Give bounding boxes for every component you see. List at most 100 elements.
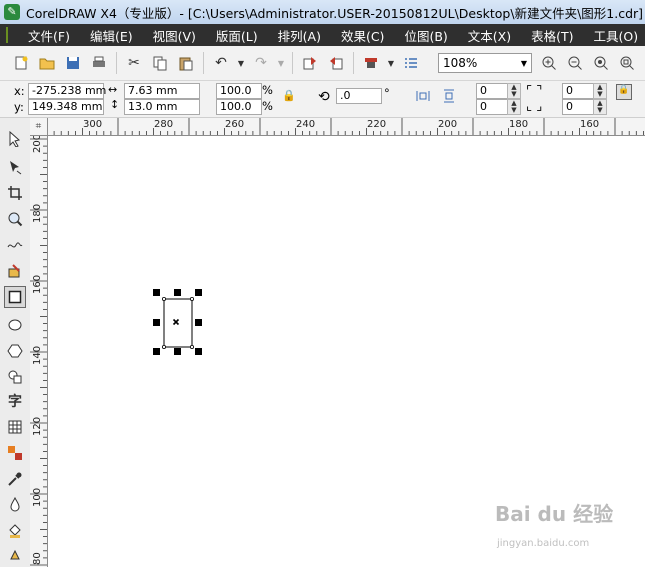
shape-tool-icon[interactable] [4,156,26,178]
copy-icon[interactable] [149,52,171,74]
ellipse-tool-icon[interactable] [4,314,26,336]
selected-rectangle[interactable] [153,289,202,355]
zoom-out-icon[interactable] [564,52,586,74]
open-icon[interactable] [36,52,58,74]
smart-fill-tool-icon[interactable] [4,260,26,282]
zoom-in-icon[interactable] [538,52,560,74]
selection-handle [174,289,181,296]
ruler-v-label: 200 [32,134,43,153]
corner-round-icon: ⌞ ⌟ [526,99,542,114]
zoom-page-icon[interactable] [590,52,612,74]
title-bar: ✎ CorelDRAW X4（专业版）- [C:\Users\Administr… [0,0,645,25]
document-icon[interactable] [6,27,8,43]
paste-icon[interactable] [175,52,197,74]
print-icon[interactable] [88,52,110,74]
undo-icon[interactable]: ↶ [210,52,232,74]
menu-edit[interactable]: 编辑(E) [80,26,143,45]
redo-dropdown-icon[interactable]: ▼ [276,52,286,74]
scale-width-field[interactable]: 100.0 [216,83,262,99]
fill-tool-icon[interactable] [4,520,26,542]
property-bar: x: -275.238 mm y: 149.348 mm ↔ 7.63 mm ↕… [0,81,645,118]
options-icon[interactable] [400,52,422,74]
crop-tool-icon[interactable] [4,182,26,204]
rectangle-tool-icon[interactable] [4,286,26,308]
table-tool-icon[interactable] [4,416,26,438]
toolbar-separator [203,52,204,74]
new-icon[interactable] [10,52,32,74]
zoom-level-select[interactable]: 108% ▼ [438,53,532,73]
ruler-h-label: 280 [154,119,173,130]
launcher-icon[interactable] [360,52,382,74]
mirror-vertical-icon[interactable] [440,87,458,108]
spin-up-icon[interactable]: ▲▼ [507,83,521,99]
eyedropper-tool-icon[interactable] [4,468,26,490]
ruler-h-label: 260 [225,119,244,130]
basic-shapes-tool-icon[interactable] [4,366,26,388]
scale-height-field[interactable]: 100.0 [216,99,262,115]
x-position-field[interactable]: -275.238 mm [28,83,104,99]
width-field[interactable]: 7.63 mm [124,83,200,99]
percent-label: % [262,99,273,113]
selection-handle [174,348,181,355]
selection-handle [195,319,202,326]
width-icon: ↔ [108,83,117,96]
launcher-dropdown-icon[interactable]: ▼ [386,52,396,74]
redo-icon[interactable]: ↷ [250,52,272,74]
toolbox: 字 [0,118,31,567]
interactive-blend-tool-icon[interactable] [4,442,26,464]
undo-dropdown-icon[interactable]: ▼ [236,52,246,74]
node-handle [190,297,193,300]
freehand-tool-icon[interactable] [4,234,26,256]
toolbar-separator [116,52,117,74]
vertical-ruler[interactable]: 200 180 160 140 120 100 80 [30,135,48,567]
cut-icon[interactable]: ✂ [123,52,145,74]
chevron-down-icon: ▼ [521,59,527,68]
rotation-field[interactable]: .0 [336,88,382,104]
menu-layout[interactable]: 版面(L) [206,26,268,45]
selection-handle [195,289,202,296]
import-icon[interactable] [299,52,321,74]
y-position-field[interactable]: 149.348 mm [28,99,104,115]
zoom-tool-icon[interactable] [4,208,26,230]
ruler-v-label: 100 [32,488,43,507]
coreldraw-app-icon[interactable]: ✎ [4,4,20,20]
mirror-horizontal-icon[interactable] [414,87,432,108]
export-icon[interactable] [325,52,347,74]
y-label: y: [14,100,24,114]
rotation-icon: ⟲ [318,89,330,105]
ruler-v-label: 120 [32,417,43,436]
baidu-jingyan-watermark: Bai du 经验 [495,498,613,527]
interactive-fill-tool-icon[interactable] [4,546,26,568]
selection-handle [153,289,160,296]
watermark-url: jingyan.baidu.com [497,538,589,549]
menu-text[interactable]: 文本(X) [458,26,521,45]
lock-icon[interactable]: 🔒 [282,89,296,102]
menu-bitmaps[interactable]: 位图(B) [394,26,457,45]
ruler-origin-icon[interactable]: ⌗ [30,118,48,136]
menu-file[interactable]: 文件(F) [18,26,80,45]
horizontal-ruler[interactable]: 300 280 260 240 220 200 180 160 [30,118,645,136]
polygon-tool-icon[interactable] [4,340,26,362]
window-title: CorelDRAW X4（专业版）- [C:\Users\Administrat… [26,3,643,22]
zoom-fit-icon[interactable] [616,52,638,74]
ruler-v-label: 80 [32,552,43,565]
height-field[interactable]: 13.0 mm [124,99,200,115]
ruler-v-label: 180 [32,204,43,223]
menu-arrange[interactable]: 排列(A) [268,26,331,45]
corner-lock-icon[interactable]: 🔒 [616,84,632,100]
save-icon[interactable] [62,52,84,74]
text-tool-icon[interactable]: 字 [4,390,26,412]
toolbar-separator [353,52,354,74]
menu-effects[interactable]: 效果(C) [331,26,394,45]
menu-table[interactable]: 表格(T) [521,26,583,45]
pick-tool-icon[interactable] [4,128,26,150]
outline-tool-icon[interactable] [4,494,26,516]
horizontal-ruler-ticks [30,118,645,135]
menu-tools[interactable]: 工具(O) [584,26,645,45]
ruler-h-label: 300 [83,119,102,130]
ruler-h-label: 220 [367,119,386,130]
menu-view[interactable]: 视图(V) [143,26,206,45]
spin-up-icon[interactable]: ▲▼ [593,83,607,99]
spin-down-icon[interactable]: ▲▼ [507,99,521,115]
spin-down-icon[interactable]: ▲▼ [593,99,607,115]
